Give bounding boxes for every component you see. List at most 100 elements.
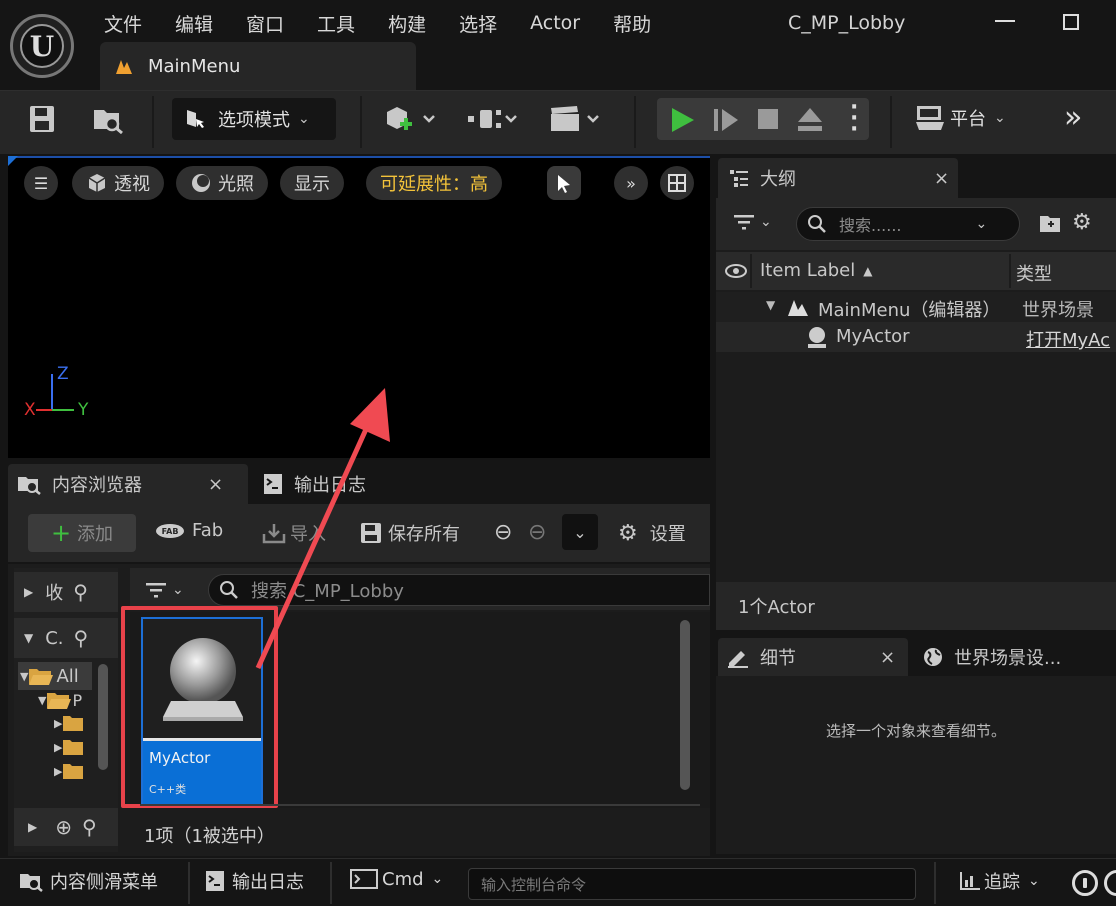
expand-arrow-icon: ▶ [24, 585, 34, 599]
maximize-icon[interactable] [1063, 14, 1079, 30]
console-icon [350, 869, 378, 889]
collapse-arrow-icon[interactable]: ▼ [766, 298, 775, 312]
content-status: 1项（1被选中） [144, 826, 275, 847]
select-cursor-icon[interactable] [547, 166, 581, 200]
viewport-menu-icon[interactable]: ☰ [24, 166, 58, 200]
minimize-icon[interactable] [995, 20, 1015, 22]
back-arrow-icon[interactable]: ⊖ [494, 520, 512, 545]
platform-label: 平台 [950, 109, 986, 130]
play-icon[interactable] [670, 106, 696, 134]
menu-edit[interactable]: 编辑 [175, 10, 213, 37]
menu-help[interactable]: 帮助 [613, 10, 651, 37]
show-label: 显示 [294, 174, 330, 195]
menu-build[interactable]: 构建 [388, 10, 426, 37]
type-column-header[interactable]: 类型 [1016, 260, 1052, 286]
fab-label: Fab [192, 520, 224, 541]
world-settings-tab[interactable]: 世界场景设... [914, 638, 1114, 676]
details-tab[interactable]: 细节 × [718, 638, 908, 676]
folder-icon [63, 716, 84, 731]
trace-dropdown[interactable]: 追踪 ⌄ [958, 868, 1040, 894]
search-icon [808, 215, 826, 233]
close-icon[interactable]: × [934, 168, 949, 189]
tree-all-label: All [56, 665, 79, 687]
project-section[interactable]: ▼ C. ⚲ [14, 618, 118, 658]
expand-toolbar-icon[interactable]: » [1064, 100, 1082, 135]
menu-select[interactable]: 选择 [459, 10, 497, 37]
cmd-dropdown[interactable]: Cmd ⌄ [350, 868, 443, 890]
unreal-logo-icon[interactable]: U [10, 14, 74, 78]
tree-item-all[interactable]: ▼ All [18, 662, 92, 690]
menu-file[interactable]: 文件 [104, 10, 142, 37]
cinematics-icon[interactable] [548, 104, 604, 134]
layout-grid-icon[interactable] [660, 166, 694, 200]
gear-icon[interactable]: ⚙ [1072, 210, 1092, 235]
scalability-button[interactable]: 可延展性：高 [366, 166, 502, 200]
blueprint-icon[interactable] [466, 106, 522, 132]
platform-icon [916, 106, 944, 130]
details-pencil-icon [728, 651, 748, 668]
content-drawer-label: 内容侧滑菜单 [50, 872, 158, 893]
show-button[interactable]: 显示 [280, 166, 344, 200]
add-folder-icon[interactable] [1038, 212, 1062, 234]
search-icon[interactable]: ⚲ [73, 580, 88, 604]
source-control-icon[interactable] [1104, 870, 1116, 896]
level-tab[interactable]: MainMenu [100, 42, 416, 90]
menu-actor[interactable]: Actor [530, 12, 580, 34]
collections-section[interactable]: ▶ ⊕ ⚲ [14, 808, 118, 846]
content-filter-button[interactable]: ⌄ [144, 580, 184, 600]
item-label-column-header[interactable]: Item Label ▲ [760, 260, 873, 281]
settings-button[interactable]: ⚙ 设置 [618, 520, 686, 546]
add-collection-icon[interactable]: ⊕ [55, 815, 72, 839]
menu-window[interactable]: 窗口 [246, 10, 284, 37]
chevron-down-icon: ⌄ [760, 214, 772, 230]
more-viewport-icon[interactable]: » [614, 166, 648, 200]
actor-icon [808, 327, 826, 348]
stop-icon[interactable] [756, 107, 780, 131]
outliner-tab[interactable]: 大纲 × [718, 158, 958, 198]
project-label: C. [45, 627, 64, 649]
trace-label: 追踪 [984, 872, 1020, 893]
history-dropdown[interactable]: ⌄ [562, 514, 598, 550]
outliner-search-input[interactable]: 搜索...... ⌄ [796, 207, 1020, 241]
tree-folder[interactable]: ▶ [54, 714, 84, 732]
selection-mode-button[interactable]: 选项模式 ⌄ [172, 98, 336, 140]
perspective-label: 透视 [114, 174, 150, 195]
outliner-row-type: 世界场景 [1022, 300, 1094, 321]
search-icon[interactable]: ⚲ [74, 626, 89, 650]
add-button[interactable]: + 添加 [28, 514, 136, 552]
search-icon[interactable]: ⚲ [82, 815, 97, 839]
eject-icon[interactable] [796, 106, 824, 132]
lighting-label: 光照 [218, 174, 254, 195]
visibility-eye-icon[interactable] [724, 262, 748, 280]
browse-folder-icon[interactable] [92, 104, 124, 134]
output-log-button[interactable]: 输出日志 [204, 868, 304, 894]
save-icon[interactable] [28, 104, 56, 134]
content-browser-tab[interactable]: 内容浏览器 × [8, 464, 248, 504]
perspective-button[interactable]: 透视 [72, 166, 164, 200]
console-input[interactable]: 输入控制台命令 [468, 868, 916, 900]
lighting-button[interactable]: 光照 [176, 166, 268, 200]
more-options-icon[interactable]: · · · [850, 97, 858, 141]
asset-grid-scrollbar[interactable] [680, 620, 690, 790]
tree-folder[interactable]: ▶ [54, 738, 84, 756]
open-actor-link[interactable]: 打开MyAc [1026, 326, 1116, 352]
favorites-section[interactable]: ▶ 收 ⚲ [14, 572, 118, 612]
outliner-icon [730, 170, 748, 187]
close-icon[interactable]: × [208, 474, 223, 495]
skip-frame-icon[interactable] [712, 106, 740, 134]
add-actor-icon[interactable] [384, 104, 440, 134]
fab-button[interactable]: FAB Fab [154, 520, 223, 541]
outliner-filter-button[interactable]: ⌄ [732, 212, 772, 232]
menu-tools[interactable]: 工具 [317, 10, 355, 37]
tree-folder[interactable]: ▶ [54, 762, 84, 780]
chevron-down-icon: ⌄ [1028, 873, 1040, 889]
derived-data-icon[interactable] [1072, 870, 1098, 896]
platform-button[interactable]: 平台 ⌄ [914, 104, 1006, 132]
expand-arrow-icon: ▶ [28, 820, 38, 834]
forward-arrow-icon[interactable]: ⊖ [528, 520, 546, 545]
sources-scrollbar[interactable] [98, 664, 108, 770]
tree-item-project[interactable]: ▼ P [38, 690, 82, 710]
settings-label: 设置 [649, 524, 686, 545]
content-drawer-button[interactable]: 内容侧滑菜单 [18, 868, 158, 894]
close-icon[interactable]: × [880, 647, 895, 668]
